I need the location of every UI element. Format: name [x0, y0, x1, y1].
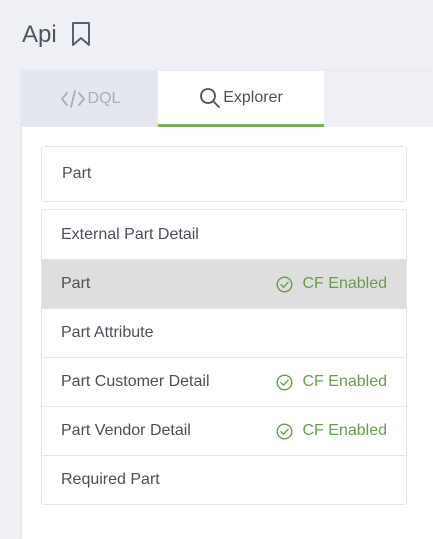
- cf-enabled-badge: CF Enabled: [275, 422, 388, 440]
- list-item-label: Part Attribute: [61, 324, 154, 341]
- list-item-label: Part Customer Detail: [61, 373, 210, 390]
- list-item-part-attribute[interactable]: Part Attribute: [42, 308, 406, 357]
- list-item-part-customer-detail[interactable]: Part Customer Detail CF Enabled: [42, 357, 406, 406]
- list-item-label: Part Vendor Detail: [61, 422, 191, 439]
- list-item-part[interactable]: Part CF Enabled: [42, 259, 406, 308]
- tab-dql[interactable]: DQL: [22, 71, 158, 127]
- list-item-label: Part: [61, 275, 91, 292]
- check-circle-icon: [275, 275, 293, 293]
- code-icon: [60, 89, 86, 109]
- tab-bar: DQL Explorer: [22, 71, 433, 127]
- explorer-panel: DQL Explorer Part External Part Detail P…: [22, 71, 433, 539]
- result-list: External Part Detail Part CF Enabled Par…: [41, 209, 407, 505]
- page-header: Api: [0, 0, 433, 70]
- badge-label: CF Enabled: [302, 373, 388, 390]
- check-circle-icon: [275, 422, 293, 440]
- cf-enabled-badge: CF Enabled: [275, 275, 388, 293]
- bookmark-icon[interactable]: [70, 21, 92, 47]
- list-item-external-part-detail[interactable]: External Part Detail: [42, 210, 406, 259]
- page-title: Api: [22, 21, 57, 48]
- search-icon: [199, 87, 221, 109]
- badge-label: CF Enabled: [302, 275, 388, 292]
- cf-enabled-badge: CF Enabled: [275, 373, 388, 391]
- list-item-required-part[interactable]: Required Part: [42, 455, 406, 504]
- search-input[interactable]: Part: [41, 146, 407, 202]
- badge-label: CF Enabled: [302, 422, 388, 439]
- list-item-label: Required Part: [61, 471, 160, 488]
- tab-explorer[interactable]: Explorer: [158, 71, 324, 127]
- tab-dql-label: DQL: [87, 90, 121, 107]
- check-circle-icon: [275, 373, 293, 391]
- tab-explorer-label: Explorer: [223, 88, 283, 106]
- list-item-part-vendor-detail[interactable]: Part Vendor Detail CF Enabled: [42, 406, 406, 455]
- list-item-label: External Part Detail: [61, 225, 199, 243]
